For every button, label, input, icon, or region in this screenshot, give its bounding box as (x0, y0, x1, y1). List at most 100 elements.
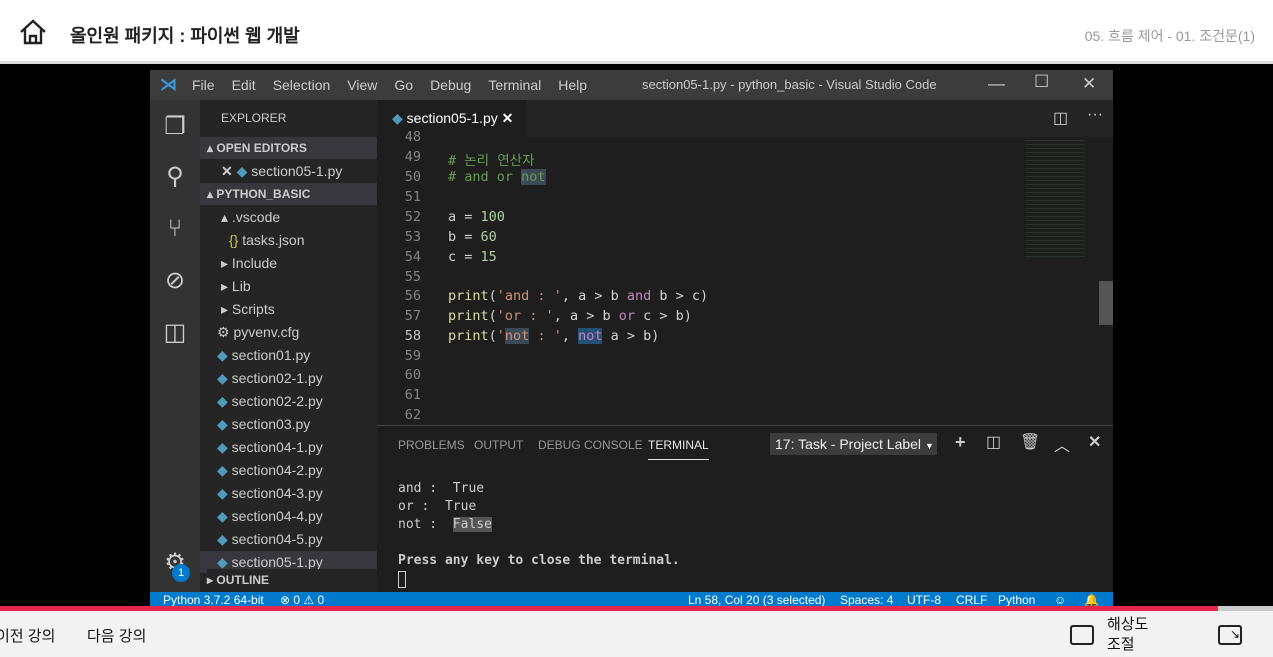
outline-header[interactable]: ▸ OUTLINE (207, 569, 377, 591)
tree-item[interactable]: ▸ Include (221, 252, 277, 274)
extensions-icon[interactable]: ◫ (160, 318, 190, 348)
maximize-icon[interactable]: ☐ (1034, 72, 1049, 92)
editor-tabs: ◆ section05-1.py ✕ ◫ ··· (377, 100, 1113, 137)
tree-item[interactable]: ◆ section02-2.py (217, 390, 323, 412)
tree-item[interactable]: ⚙ pyvenv.cfg (217, 321, 299, 343)
terminal-line: or : True (398, 499, 477, 514)
tree-item[interactable]: ◆ section04-4.py (217, 505, 323, 527)
python-file-icon: ◆ (217, 485, 228, 501)
gear-file-icon: ⚙ (217, 324, 230, 340)
tree-item[interactable]: ◆ section04-1.py (217, 436, 323, 458)
tab-output[interactable]: OUTPUT (474, 438, 523, 452)
python-file-icon: ◆ (217, 370, 228, 386)
home-icon[interactable] (18, 18, 48, 46)
tree-item[interactable]: ◆ section04-2.py (217, 459, 323, 481)
tree-item[interactable]: ◆ section04-3.py (217, 482, 323, 504)
chevron-up-icon[interactable]: ︿ (1054, 432, 1070, 456)
menu-go[interactable]: Go (394, 77, 413, 93)
python-file-icon: ◆ (217, 508, 228, 524)
lesson-title: 05. 흐름 제어 - 01. 조건문(1) (1084, 28, 1255, 44)
source-control-icon[interactable]: ⑂ (160, 215, 190, 245)
code-line: # and or not (448, 169, 546, 185)
tree-item[interactable]: ▴ .vscode (221, 206, 280, 228)
search-icon[interactable]: ⚲ (160, 162, 190, 192)
tab-problems[interactable]: PROBLEMS (398, 438, 465, 452)
settings-badge: 1 (172, 564, 190, 582)
window-title: section05-1.py - python_basic - Visual S… (642, 77, 937, 92)
menu-selection[interactable]: Selection (273, 77, 331, 93)
next-lecture-button[interactable]: 다음 강의 (87, 625, 146, 646)
open-editor-item[interactable]: ✕ ◆ section05-1.py (221, 160, 342, 182)
open-editors-header[interactable]: ▴ OPEN EDITORS (200, 137, 377, 159)
tree-item[interactable]: ◆ section01.py (217, 344, 310, 366)
python-file-icon: ◆ (217, 531, 228, 547)
code-editor[interactable]: 48 49 50 51 52 53 54 55 56 57 58 59 60 6… (377, 129, 1113, 423)
menu-view[interactable]: View (347, 77, 377, 93)
prev-lecture-button[interactable]: 이전 강의 (0, 625, 55, 646)
menu-file[interactable]: File (192, 77, 215, 93)
resolution-label: 해상도 조절 (1107, 616, 1149, 653)
activity-bar: ❐ ⚲ ⑂ ⊘ ◫ ⚙ 1 (150, 100, 200, 592)
resolution-icon (1070, 625, 1094, 645)
terminal-line: Press any key to close the terminal. (398, 553, 680, 568)
open-editor-label: section05-1.py (251, 163, 343, 179)
vscode-window: ⋊ File Edit Selection View Go Debug Term… (150, 70, 1113, 608)
tree-item[interactable]: ◆ section04-5.py (217, 528, 323, 550)
tab-close-icon[interactable]: ✕ (502, 110, 514, 126)
tab-debug-console[interactable]: DEBUG CONSOLE (538, 438, 643, 452)
code-line: b = 60 (448, 229, 497, 245)
code-line: print('not : ', not a > b) (448, 328, 660, 344)
terminal-panel: PROBLEMS OUTPUT DEBUG CONSOLE TERMINAL 1… (377, 425, 1113, 592)
tree-item[interactable]: {} tasks.json (229, 229, 305, 251)
menu-terminal[interactable]: Terminal (488, 77, 541, 93)
split-editor-icon[interactable]: ◫ (1053, 108, 1068, 128)
json-icon: {} (229, 232, 239, 248)
trash-icon[interactable]: 🗑 (1020, 432, 1040, 452)
title-bar: ⋊ File Edit Selection View Go Debug Term… (150, 70, 1113, 100)
python-file-icon: ◆ (392, 110, 403, 126)
close-icon[interactable]: ✕ (221, 163, 233, 179)
explorer-label: EXPLORER (221, 111, 287, 125)
debug-icon[interactable]: ⊘ (160, 266, 190, 296)
code-line: a = 100 (448, 209, 505, 225)
project-label: PYTHON_BASIC (216, 187, 311, 201)
python-file-icon: ◆ (217, 439, 228, 455)
close-window-icon[interactable]: ✕ (1082, 74, 1096, 94)
project-header[interactable]: ▴ PYTHON_BASIC (200, 183, 377, 205)
resolution-button[interactable]: 해상도 조절 (1070, 613, 1160, 657)
tree-item[interactable]: ▸ Scripts (221, 298, 275, 320)
fullscreen-icon[interactable]: ↘ (1218, 625, 1242, 645)
explorer-icon[interactable]: ❐ (160, 112, 190, 142)
code-line: # 논리 연산자 (448, 153, 535, 169)
menu-debug[interactable]: Debug (430, 77, 471, 93)
python-file-icon: ◆ (217, 462, 228, 478)
more-actions-icon[interactable]: ··· (1087, 106, 1103, 124)
close-panel-icon[interactable]: ✕ (1088, 432, 1101, 452)
menu-help[interactable]: Help (558, 77, 587, 93)
minimize-icon[interactable]: — (988, 74, 1005, 94)
python-file-icon: ◆ (236, 163, 248, 179)
editor-scrollbar[interactable] (1099, 281, 1113, 325)
python-file-icon: ◆ (217, 347, 228, 363)
course-header: 올인원 패키지 : 파이썬 웹 개발 05. 흐름 제어 - 01. 조건문(1… (0, 0, 1273, 64)
terminal-cursor (398, 571, 406, 588)
tree-item[interactable]: ◆ section02-1.py (217, 367, 323, 389)
course-title: 올인원 패키지 : 파이썬 웹 개발 (70, 26, 300, 46)
tab-terminal[interactable]: TERMINAL (648, 438, 709, 460)
split-terminal-icon[interactable]: ◫ (986, 432, 1001, 452)
minimap[interactable] (1025, 137, 1085, 257)
terminal-line: and : True (398, 481, 485, 496)
plus-icon[interactable]: + (955, 432, 966, 453)
code-line: print('and : ', a > b and b > c) (448, 288, 709, 304)
tree-item[interactable]: ◆ section03.py (217, 413, 310, 435)
code-line: c = 15 (448, 249, 497, 265)
python-file-icon: ◆ (217, 393, 228, 409)
terminal-select[interactable]: 17: Task - Project Label ▼ (770, 433, 937, 455)
python-file-icon: ◆ (217, 554, 228, 570)
bottom-bar: 이전 강의 다음 강의 해상도 조절 ↘ (0, 611, 1273, 657)
terminal-line: not : False (398, 517, 492, 532)
menu-edit[interactable]: Edit (232, 77, 256, 93)
tree-item[interactable]: ▸ Lib (221, 275, 251, 297)
open-editors-label: OPEN EDITORS (216, 141, 307, 155)
menu-bar: File Edit Selection View Go Debug Termin… (192, 77, 587, 93)
